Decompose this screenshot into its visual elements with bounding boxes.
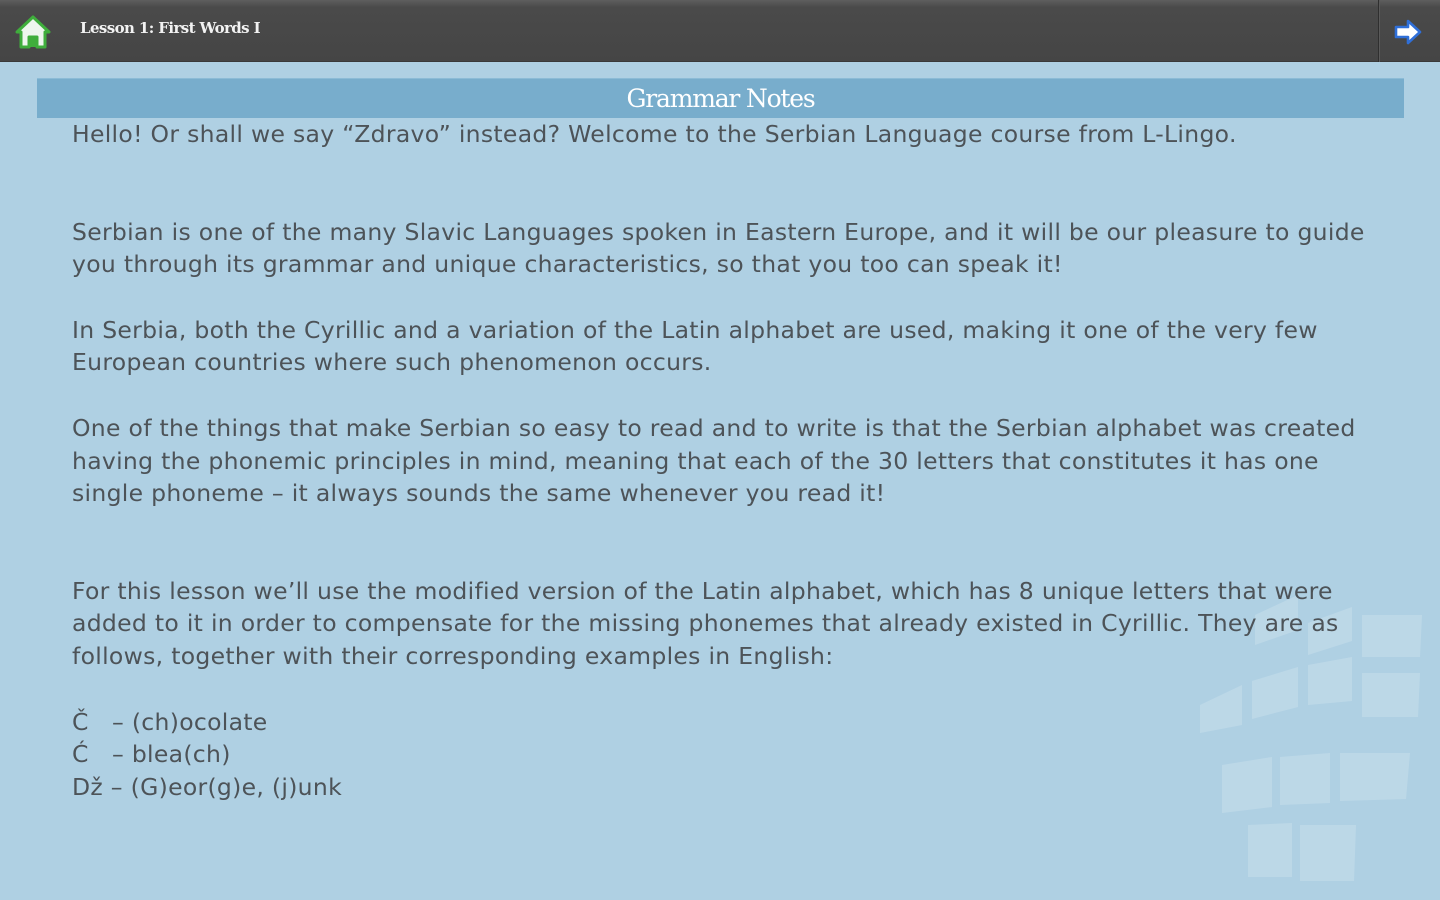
top-bar: Lesson 1: First Words I bbox=[0, 0, 1440, 62]
arrow-right-icon bbox=[1394, 19, 1422, 45]
paragraph-slavic: Serbian is one of the many Slavic Langua… bbox=[72, 217, 1365, 279]
home-icon bbox=[15, 15, 51, 49]
section-title: Grammar Notes bbox=[626, 84, 815, 113]
next-button[interactable] bbox=[1386, 12, 1430, 52]
section-header: Grammar Notes bbox=[37, 78, 1404, 118]
lesson-title: Lesson 1: First Words I bbox=[80, 19, 261, 37]
letters-list: Č – (ch)ocolate Ć – blea(ch) Dž – (G)eor… bbox=[72, 706, 1382, 804]
paragraph-latin-letters: For this lesson we’ll use the modified v… bbox=[72, 576, 1339, 670]
grammar-notes-content: Hello! Or shall we say “Zdravo” instead?… bbox=[72, 118, 1382, 874]
letter-row: Ć – blea(ch) bbox=[72, 740, 231, 769]
paragraph-intro: Hello! Or shall we say “Zdravo” instead?… bbox=[72, 120, 1237, 148]
letter-row: Dž – (G)eor(g)e, (j)unk bbox=[72, 772, 342, 801]
letter-row: Č – (ch)ocolate bbox=[72, 707, 268, 736]
paragraph-phonemic: One of the things that make Serbian so e… bbox=[72, 413, 1356, 508]
paragraph-alphabets: In Serbia, both the Cyrillic and a varia… bbox=[72, 315, 1318, 377]
home-button[interactable] bbox=[10, 12, 56, 52]
header-divider bbox=[1378, 0, 1379, 62]
